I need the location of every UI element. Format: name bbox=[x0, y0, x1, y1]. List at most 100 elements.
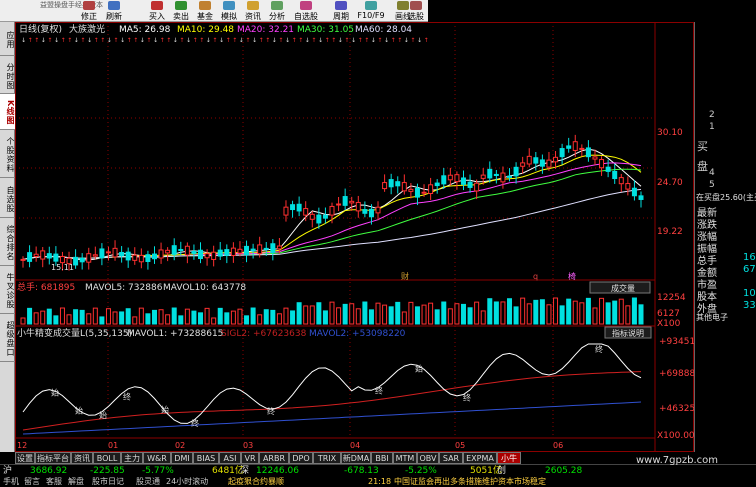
ma-arrow-54: ↑ bbox=[377, 37, 382, 44]
indicator-tab-12[interactable]: TRIX bbox=[313, 452, 341, 464]
indicator-tab-4[interactable]: 主力 bbox=[121, 452, 143, 464]
status-24h-news[interactable]: 24小时滚动 bbox=[166, 477, 208, 487]
status-service[interactable]: 客服 bbox=[46, 477, 62, 487]
calendar-icon bbox=[335, 1, 347, 10]
volume-bar-23 bbox=[171, 307, 177, 325]
indicator-tab-14[interactable]: BBI bbox=[371, 452, 393, 464]
toolbar-simulate-button[interactable]: 模拟 bbox=[218, 1, 240, 21]
status-mobile[interactable]: 手机 bbox=[3, 477, 19, 487]
toolbar-period-button[interactable]: 周期 bbox=[330, 1, 352, 21]
toolbar-buy-button[interactable]: 买入 bbox=[146, 1, 168, 21]
status-news-headline-1[interactable]: 起疫狠合约暴顺 bbox=[228, 477, 284, 487]
volume-bar-57 bbox=[395, 301, 401, 325]
left-tab-diagnose[interactable]: 牛叉诊股 bbox=[0, 266, 15, 314]
left-tab-kline[interactable]: K线图 bbox=[0, 94, 15, 130]
volume-bar-9 bbox=[79, 309, 85, 325]
indicator-tab-7[interactable]: BIAS bbox=[193, 452, 219, 464]
date-label-6: 06 bbox=[553, 441, 563, 450]
volume-bar-38 bbox=[270, 309, 276, 325]
mavol5-value: MAVOL5: 732886 bbox=[85, 283, 163, 293]
status-news-time: 21:18 bbox=[368, 477, 392, 486]
left-tab-ranking[interactable]: 综合排名 bbox=[0, 218, 15, 266]
candle-body-57 bbox=[395, 181, 401, 187]
volume-bar-29 bbox=[211, 317, 217, 325]
candle-body-75 bbox=[513, 166, 519, 177]
status-bar: 手机 留言 客服 解盘 股市日记 股灵通 24小时滚动 起疫狠合约暴顺 21:1… bbox=[0, 477, 756, 487]
indicator-tab-0[interactable]: 设置 bbox=[15, 452, 35, 464]
indicator-tab-1[interactable]: 指标平台 bbox=[35, 452, 71, 464]
toolbar-analysis-button[interactable]: 分析 bbox=[266, 1, 288, 21]
date-label-3: 03 bbox=[243, 441, 253, 450]
candle-body-20 bbox=[151, 253, 157, 260]
toolbar-select-stock-button[interactable]: 选股 bbox=[404, 1, 428, 21]
ma-arrow-41: ↑ bbox=[292, 37, 297, 44]
volume-bar-34 bbox=[244, 315, 250, 325]
left-tab-strip: 应用 分时图 K线图 个股资料 自选股 综合排名 牛叉诊股 超级盘口 bbox=[0, 22, 15, 452]
toolbar-fix-button[interactable]: 修正 bbox=[78, 1, 100, 21]
watermark: www.7gpzb.com bbox=[636, 455, 718, 466]
indicator-tab-13[interactable]: 新DMA bbox=[341, 452, 371, 464]
candle-body-25 bbox=[184, 245, 190, 256]
volume-bar-69 bbox=[474, 301, 480, 325]
indicator-mark-10: 终 bbox=[595, 344, 603, 354]
toolbar-refresh-button[interactable]: 刷新 bbox=[102, 1, 126, 21]
volume-bar-87 bbox=[592, 307, 598, 325]
candle-body-23 bbox=[171, 245, 177, 255]
ma-arrow-56: ↑ bbox=[391, 37, 396, 44]
toolbar-sell-button[interactable]: 卖出 bbox=[170, 1, 192, 21]
indicator-mavol2: MAVOL2: +53098220 bbox=[309, 329, 406, 339]
buy-icon bbox=[151, 1, 163, 10]
volume-bars bbox=[20, 297, 644, 325]
indicator-tab-11[interactable]: DPO bbox=[289, 452, 313, 464]
status-commentary[interactable]: 解盘 bbox=[68, 477, 84, 487]
status-news-headline-2[interactable]: 中国证监会再出多条措施维护资本市场稳定 bbox=[394, 477, 546, 487]
left-tab-apps[interactable]: 应用 bbox=[0, 22, 15, 56]
indicator-tab-16[interactable]: OBV bbox=[417, 452, 439, 464]
ma-arrow-40: ↓ bbox=[285, 37, 290, 44]
ma-arrow-60: ↓ bbox=[417, 37, 422, 44]
volume-bar-1 bbox=[27, 307, 33, 325]
ma-arrow-50: ↓ bbox=[351, 37, 356, 44]
indicator-tab-6[interactable]: DMI bbox=[171, 452, 193, 464]
left-tab-intraday[interactable]: 分时图 bbox=[0, 56, 15, 94]
left-tab-super-order[interactable]: 超级盘口 bbox=[0, 314, 15, 362]
candle-body-89 bbox=[605, 166, 611, 172]
indicator-tab-19[interactable]: 小牛 bbox=[497, 452, 521, 464]
status-message[interactable]: 留言 bbox=[24, 477, 40, 487]
indicator-tab-3[interactable]: BOLL bbox=[93, 452, 121, 464]
volume-bar-42 bbox=[296, 302, 302, 325]
left-tab-stock-info[interactable]: 个股资料 bbox=[0, 130, 15, 178]
status-diary[interactable]: 股市日记 bbox=[92, 477, 124, 487]
candle-body-62 bbox=[428, 184, 434, 195]
candle-body-92 bbox=[625, 183, 631, 190]
indicator-tab-15[interactable]: MTM bbox=[393, 452, 417, 464]
candle-body-12 bbox=[99, 248, 105, 259]
volume-bar-14 bbox=[112, 311, 118, 325]
indicator-tab-10[interactable]: ARBR bbox=[259, 452, 289, 464]
candle-body-58 bbox=[401, 182, 407, 192]
candle-body-40 bbox=[283, 206, 289, 216]
left-tab-watchlist[interactable]: 自选股 bbox=[0, 178, 15, 218]
toolbar-fund-button[interactable]: 基金 bbox=[194, 1, 216, 21]
chart-area[interactable]: 日线(复权) 大族激光 MA5: 26.98 MA10: 29.48 MA20:… bbox=[15, 22, 694, 452]
volume-bar-10 bbox=[86, 313, 92, 325]
indicator-tab-18[interactable]: EXPMA bbox=[463, 452, 497, 464]
toolbar-watchlist-button[interactable]: 自选股 bbox=[292, 1, 320, 21]
ma-arrow-7: ↑ bbox=[67, 37, 72, 44]
toolbar-f10-button[interactable]: F10/F9 bbox=[356, 1, 386, 21]
document-icon bbox=[365, 1, 377, 10]
ma-arrow-21: ↑ bbox=[160, 37, 165, 44]
status-stock-link[interactable]: 股灵通 bbox=[136, 477, 160, 487]
volume-bar-78 bbox=[533, 299, 539, 325]
indicator-tab-2[interactable]: 资讯 bbox=[71, 452, 93, 464]
indicator-tab-5[interactable]: W&R bbox=[143, 452, 171, 464]
indicator-tab-9[interactable]: VR bbox=[241, 452, 259, 464]
volume-bar-72 bbox=[493, 301, 499, 325]
date-label-4: 04 bbox=[350, 441, 360, 450]
volume-bar-31 bbox=[224, 312, 230, 325]
toolbar-news-button[interactable]: 资讯 bbox=[242, 1, 264, 21]
ma10-value: MA10: 29.48 bbox=[177, 25, 234, 35]
kline-chart[interactable]: 日线(复权) 大族激光 MA5: 26.98 MA10: 29.48 MA20:… bbox=[15, 22, 694, 452]
indicator-tab-8[interactable]: ASI bbox=[219, 452, 241, 464]
indicator-tab-17[interactable]: SAR bbox=[439, 452, 463, 464]
